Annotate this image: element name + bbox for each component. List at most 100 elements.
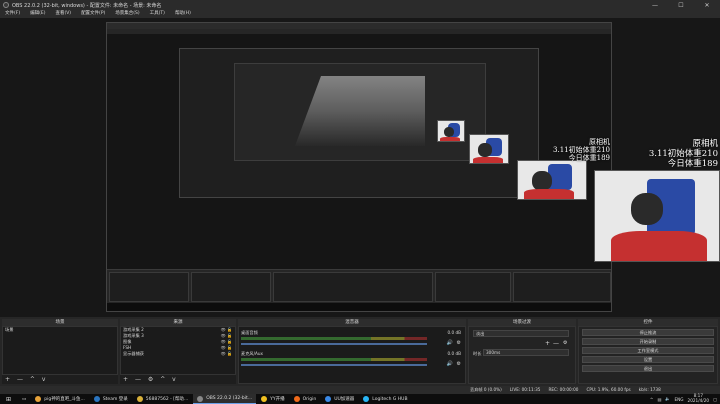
nested-webcam-1: [517, 160, 587, 200]
cpu-usage: CPU: 1.9%, 60.00 fps: [586, 387, 631, 392]
menu-view[interactable]: 查看(V): [50, 10, 76, 18]
nested-webcam-3: [437, 120, 465, 142]
menu-tools[interactable]: 工具(T): [145, 10, 170, 18]
nested-preview-3: [234, 63, 486, 161]
controls-dock: 控件 停止推流 开始录制 工作室模式 设置 退出: [578, 319, 718, 384]
sources-list[interactable]: 游戏采集 2 👁 🔓 游戏采集 3 👁 🔓 图像 👁 🔓 FSH 👁 🔓 显示器捕获 👁 …: [120, 326, 236, 375]
captured-display: [106, 22, 612, 312]
task-view-icon: ▭: [22, 396, 27, 402]
nested-preview: [107, 34, 611, 269]
add-transition-icon[interactable]: +: [545, 340, 550, 347]
bitrate: kb/s: 1738: [638, 387, 661, 392]
taskbar-item-origin[interactable]: Origin: [290, 394, 321, 404]
channel-db: 0.0 dB: [447, 330, 461, 335]
app-icon: [136, 396, 143, 402]
preview-canvas[interactable]: 原相机 3.11初始体重210 今日体重189 原相机 3.11初始体重210 …: [0, 18, 720, 317]
move-up-icon[interactable]: ^: [30, 376, 35, 383]
remove-transition-icon[interactable]: —: [553, 340, 559, 347]
nested-overlay-line1: 原相机: [589, 138, 610, 146]
scene-item[interactable]: 场景: [3, 327, 117, 333]
minimize-icon[interactable]: —: [642, 2, 668, 9]
transitions-title: 场景过渡: [468, 319, 576, 326]
scenes-list[interactable]: 场景: [2, 326, 118, 375]
transitions-dock: 场景过渡 淡出 + — ⚙ 时长 300ms: [468, 319, 576, 384]
studio-mode-button[interactable]: 工作室模式: [582, 347, 714, 354]
taskbar-item-yy[interactable]: YY开播: [257, 394, 289, 404]
menu-edit[interactable]: 编辑(E): [25, 10, 50, 18]
channel-name: 桌面音频: [241, 330, 258, 335]
nested-overlay-line3: 今日体重189: [568, 154, 610, 163]
controls-body: 停止推流 开始录制 工作室模式 设置 退出: [578, 326, 718, 384]
volume-slider[interactable]: [241, 364, 427, 366]
mixer-channel-desktop: 桌面音频 0.0 dB 🔊 ⚙: [241, 330, 463, 349]
exit-button[interactable]: 退出: [582, 365, 714, 372]
chevron-up-icon[interactable]: ^: [650, 397, 654, 402]
start-button[interactable]: ⊞: [0, 394, 17, 404]
stop-streaming-button[interactable]: 停止推流: [582, 329, 714, 336]
network-icon[interactable]: ▤: [657, 397, 661, 402]
move-down-icon[interactable]: v: [172, 376, 176, 383]
duration-input[interactable]: 300ms: [483, 349, 569, 356]
gear-icon[interactable]: ⚙: [457, 340, 461, 346]
settings-button[interactable]: 设置: [582, 356, 714, 363]
transitions-body: 淡出 + — ⚙ 时长 300ms: [468, 326, 576, 384]
scenes-dock: 场景 场景 + — ^ v: [2, 319, 118, 384]
clock[interactable]: 8:17 2021/4/20: [688, 394, 709, 403]
nested-webcam-2: [469, 134, 509, 164]
channel-db: 0.0 dB: [447, 351, 461, 356]
taskbar-item-help[interactable]: 56887562 - [帮助...: [133, 394, 192, 404]
transition-select[interactable]: 淡出: [473, 330, 569, 337]
recursive-tunnel: [295, 76, 425, 146]
nested-overlay-text: 原相机 3.11初始体重210 今日体重189: [540, 138, 610, 162]
speaker-icon[interactable]: 🔊: [447, 361, 453, 367]
speaker-icon[interactable]: 🔊: [447, 340, 453, 346]
start-recording-button[interactable]: 开始录制: [582, 338, 714, 345]
gear-icon[interactable]: ⚙: [148, 376, 153, 383]
nested-taskbar: [107, 303, 611, 311]
volume-icon[interactable]: 🔈: [665, 396, 670, 402]
volume-meter: [241, 358, 427, 361]
gear-icon[interactable]: ⚙: [457, 361, 461, 367]
remove-scene-icon[interactable]: —: [17, 376, 23, 383]
origin-icon: [293, 396, 300, 402]
dock-area: 场景 场景 + — ^ v 来源 游戏采集 2 👁 🔓 游戏采集 3 👁 🔓 图像 👁…: [0, 317, 720, 386]
visibility-lock-icons[interactable]: 👁 🔓: [221, 351, 232, 357]
source-item[interactable]: 显示器捕获 👁 🔓: [121, 351, 235, 357]
volume-slider[interactable]: [241, 343, 427, 345]
overlay-text: 原相机 3.11初始体重210 今日体重189: [620, 139, 718, 169]
obs-icon: [197, 395, 204, 402]
overlay-line3: 今日体重189: [667, 158, 718, 169]
duration-label: 时长: [473, 351, 482, 356]
notification-icon[interactable]: ▢: [713, 397, 717, 402]
maximize-icon[interactable]: ☐: [668, 2, 694, 9]
move-down-icon[interactable]: v: [42, 376, 46, 383]
input-language[interactable]: ENG: [675, 397, 684, 402]
windows-taskbar: ⊞ ▭ pig神的直吧_斗鱼... Steam 登录 56887562 - [帮…: [0, 394, 720, 404]
window-titlebar: OBS 22.0.2 (32-bit, windows) - 配置文件: 未命名…: [0, 0, 720, 10]
live-time: LIVE: 00:11:35: [509, 387, 541, 392]
taskbar-item-douyu[interactable]: pig神的直吧_斗鱼...: [31, 394, 89, 404]
move-up-icon[interactable]: ^: [160, 376, 165, 383]
add-source-icon[interactable]: +: [123, 376, 128, 383]
taskbar-item-uu[interactable]: UU加速器: [321, 394, 358, 404]
menu-profile[interactable]: 配置文件(P): [76, 10, 110, 18]
rec-time: REC: 00:00:00: [548, 387, 579, 392]
menu-file[interactable]: 文件(F): [0, 10, 25, 18]
menu-scene-collection[interactable]: 场景集合(S): [110, 10, 144, 18]
gear-icon[interactable]: ⚙: [563, 340, 567, 346]
menu-help[interactable]: 帮助(H): [170, 10, 196, 18]
task-view-button[interactable]: ▭: [18, 394, 30, 404]
sources-dock: 来源 游戏采集 2 👁 🔓 游戏采集 3 👁 🔓 图像 👁 🔓 FSH 👁 🔓 显示器捕…: [120, 319, 236, 384]
volume-meter: [241, 337, 427, 340]
nested-preview-2: [179, 48, 539, 198]
mixer-body: 桌面音频 0.0 dB 🔊 ⚙ 麦克风/Aux 0.0 dB 🔊 ⚙: [238, 326, 466, 384]
menu-bar: 文件(F) 编辑(E) 查看(V) 配置文件(P) 场景集合(S) 工具(T) …: [0, 10, 720, 18]
nested-overlay-line2: 3.11初始体重210: [553, 146, 610, 155]
close-icon[interactable]: ✕: [694, 2, 720, 9]
taskbar-item-ghub[interactable]: Logitech G HUB: [359, 394, 411, 404]
remove-source-icon[interactable]: —: [135, 376, 141, 383]
mixer-title: 混音器: [238, 319, 466, 326]
add-scene-icon[interactable]: +: [5, 376, 10, 383]
taskbar-item-obs[interactable]: OBS 22.0.2 (32-bit...: [193, 394, 257, 404]
taskbar-item-steam[interactable]: Steam 登录: [90, 394, 132, 404]
